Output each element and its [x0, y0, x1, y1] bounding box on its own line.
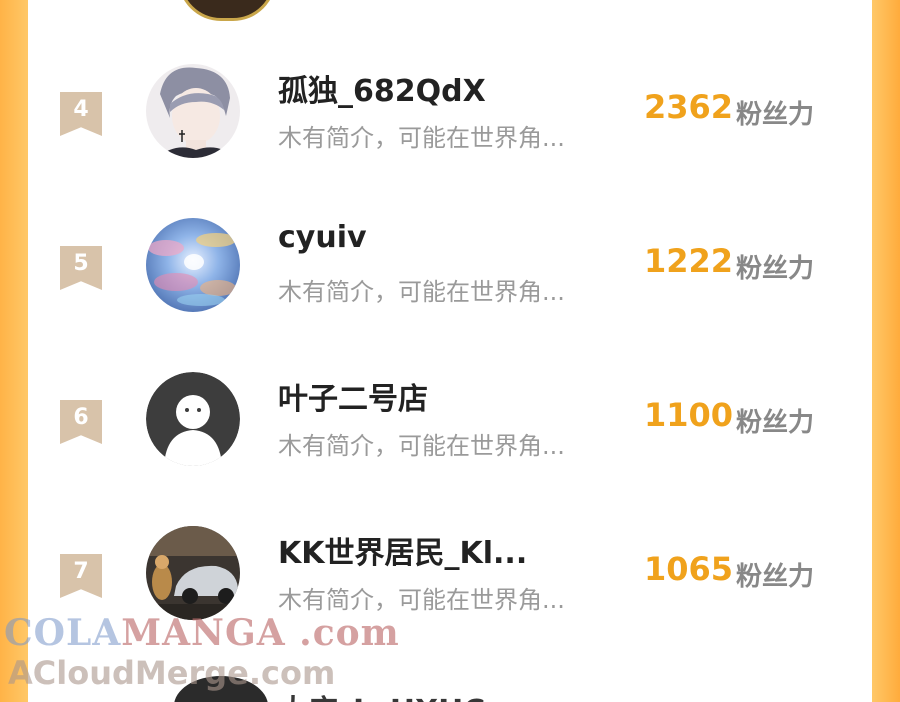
watermark-acloudmerge: ACloudMerge.com [8, 654, 336, 692]
watermark-colamanga: COLAMANGA .com [4, 612, 400, 654]
user-bio: 木有简介，可能在世界角... [278, 586, 565, 614]
ranking-row[interactable]: 4 孤独_682QdX 木有简介，可能在世界角... 2362 粉丝力 [28, 64, 872, 214]
rank-badge: 7 [60, 554, 102, 598]
fan-score: 1222 [644, 242, 734, 280]
user-name[interactable]: KK世界居民_Kl... [278, 528, 527, 572]
user-name[interactable]: 孤独_682QdX [278, 66, 486, 110]
user-bio: 木有简介，可能在世界角... [278, 124, 565, 152]
rank-number: 5 [73, 251, 89, 276]
rank-number: 6 [73, 405, 89, 430]
user-bio: 木有简介，可能在世界角... [278, 278, 565, 306]
ranking-row[interactable]: 5 cyuiv 木有简介，可能在世界角... 1222 粉丝力 [28, 218, 872, 368]
user-name[interactable]: 叶子二号店 [278, 374, 428, 418]
ranking-row[interactable]: 6 叶子二号店 木有简介，可能在世界角... 1100 粉丝力 [28, 372, 872, 522]
previous-row-avatar[interactable] [178, 0, 276, 21]
fan-score-unit: 粉丝力 [736, 100, 815, 130]
user-name[interactable]: cyuiv [278, 220, 367, 255]
rank-badge: 5 [60, 246, 102, 290]
fan-score-unit: 粉丝力 [736, 408, 815, 438]
fan-score: 1065 [644, 550, 734, 588]
user-avatar[interactable] [146, 218, 240, 312]
user-avatar[interactable] [146, 372, 240, 466]
user-avatar[interactable] [146, 526, 240, 620]
rank-badge: 4 [60, 92, 102, 136]
ranking-panel: 4 孤独_682QdX 木有简介，可能在世界角... 2362 粉丝力 5 cy… [28, 0, 872, 702]
user-bio: 木有简介，可能在世界角... [278, 432, 565, 460]
fan-score: 2362 [644, 88, 734, 126]
rank-badge: 6 [60, 400, 102, 444]
fan-score-unit: 粉丝力 [736, 254, 815, 284]
fan-score-unit: 粉丝力 [736, 562, 815, 592]
user-avatar[interactable] [146, 64, 240, 158]
fan-score: 1100 [644, 396, 734, 434]
rank-number: 7 [73, 559, 89, 584]
rank-number: 4 [73, 97, 89, 122]
